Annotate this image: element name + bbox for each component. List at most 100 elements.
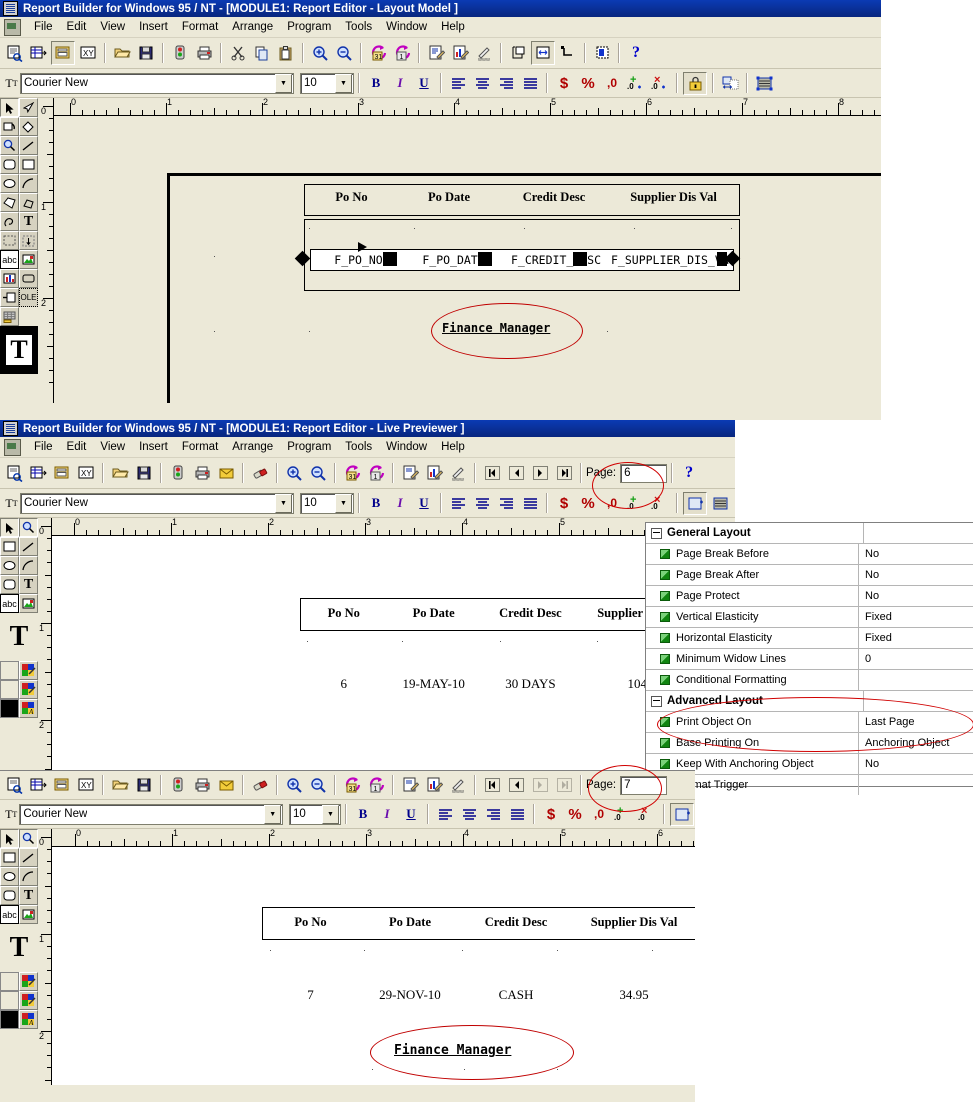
align-left-icon[interactable] — [447, 73, 469, 94]
print-icon[interactable] — [191, 774, 213, 796]
web-wizard-icon[interactable]: www — [447, 462, 469, 484]
previous-page-calendar-icon[interactable]: 31 — [341, 462, 363, 484]
print-icon[interactable] — [193, 42, 215, 64]
align-right-icon[interactable] — [495, 493, 517, 514]
percent-button[interactable]: % — [577, 493, 599, 514]
field-splitter-1[interactable] — [383, 252, 397, 266]
line-tool-icon[interactable] — [19, 848, 38, 867]
menu-item-arrange[interactable]: Arrange — [225, 20, 280, 34]
font-size-combo[interactable]: 10 ▼ — [300, 73, 354, 94]
layout-model-icon[interactable] — [51, 41, 75, 65]
horizontal-elasticity-icon[interactable] — [719, 73, 741, 94]
arc-tool-icon[interactable] — [19, 556, 38, 575]
frame-select-icon[interactable] — [683, 492, 707, 515]
copy-icon[interactable] — [251, 42, 273, 64]
property-row-vertical-elasticity[interactable]: Vertical Elasticity Fixed — [646, 607, 973, 628]
property-row-print-object-on[interactable]: Print Object On Last Page — [646, 712, 973, 733]
line-color-picker-icon[interactable] — [19, 680, 38, 699]
zoom-out-icon[interactable] — [333, 42, 355, 64]
line-tool-icon[interactable] — [19, 136, 38, 155]
remove-decimal-icon[interactable]: .0× — [649, 493, 671, 514]
menu-item-edit[interactable]: Edit — [60, 440, 94, 454]
field-tool-icon[interactable]: abc — [0, 905, 19, 924]
italic-button[interactable]: I — [376, 804, 398, 825]
magnify-tool-icon[interactable] — [0, 136, 19, 155]
web-wizard-icon[interactable]: www — [473, 42, 495, 64]
report-wizard-icon[interactable] — [425, 42, 447, 64]
property-value[interactable]: Fixed — [859, 628, 973, 648]
save-icon[interactable] — [133, 774, 155, 796]
arc-tool-icon[interactable] — [19, 867, 38, 886]
comma-button[interactable]: ,0 — [601, 73, 623, 94]
page-number-input[interactable]: 6 — [620, 464, 667, 483]
field-row-selected[interactable]: F_PO_NO F_PO_DATE F_CREDIT_DESC F_SUPPLI… — [310, 249, 734, 271]
line-color-swatch[interactable] — [0, 680, 19, 699]
text-color-picker-icon[interactable]: A — [19, 1010, 38, 1029]
property-row-format-trigger[interactable]: Format Trigger — [646, 775, 973, 795]
run-report-icon[interactable] — [167, 774, 189, 796]
open-icon[interactable] — [109, 462, 131, 484]
text-tool-large-icon[interactable]: T — [0, 613, 38, 661]
rectangle-tool-icon[interactable] — [19, 155, 38, 174]
bold-button[interactable]: B — [365, 493, 387, 514]
currency-button[interactable]: $ — [553, 493, 575, 514]
layout-model-icon[interactable] — [51, 462, 73, 484]
ole-tool-icon[interactable]: OLE — [19, 288, 38, 307]
property-row-base-printing-on[interactable]: Base Printing On Anchoring Object — [646, 733, 973, 754]
collapse-icon[interactable] — [651, 696, 662, 707]
eraser-icon[interactable] — [249, 774, 271, 796]
remove-decimal-icon[interactable]: .0× — [636, 804, 658, 825]
font-name-combo[interactable]: Courier New ▼ — [20, 493, 294, 514]
previous-page-calendar-icon[interactable]: 31 — [341, 774, 363, 796]
object-navigator-icon[interactable] — [3, 42, 25, 64]
data-model-icon[interactable] — [27, 774, 49, 796]
rounded-rect-tool-icon[interactable] — [0, 155, 19, 174]
property-value[interactable]: Fixed — [859, 607, 973, 627]
select-tool-icon[interactable] — [0, 518, 19, 537]
align-right-icon[interactable] — [495, 73, 517, 94]
font-size-combo[interactable]: 10 ▼ — [289, 804, 341, 825]
property-value[interactable]: No — [859, 586, 973, 606]
print-icon[interactable] — [191, 462, 213, 484]
text-color-swatch[interactable]: T — [0, 326, 38, 374]
text-color-picker-icon[interactable]: A — [19, 699, 38, 718]
property-row-horizontal-elasticity[interactable]: Horizontal Elasticity Fixed — [646, 628, 973, 649]
rectangle-tool-icon[interactable] — [0, 537, 19, 556]
align-left-icon[interactable] — [447, 493, 469, 514]
arc-tool-icon[interactable] — [19, 174, 38, 193]
rounded-rect-tool-icon[interactable] — [0, 886, 19, 905]
preview-page-panel3[interactable]: Po No Po Date Credit Desc Supplier Dis V… — [52, 847, 695, 1085]
parameter-form-icon[interactable]: XY — [75, 462, 97, 484]
line-tool-icon[interactable] — [19, 537, 38, 556]
add-decimal-icon[interactable]: .0+ — [612, 804, 634, 825]
rounded-rect-tool-icon[interactable] — [0, 575, 19, 594]
property-sheet[interactable]: General Layout Page Break Before No Page… — [645, 522, 973, 787]
save-icon[interactable] — [135, 42, 157, 64]
comma-button[interactable]: ,0 — [588, 804, 610, 825]
data-model-icon[interactable] — [27, 42, 49, 64]
chevron-down-icon[interactable]: ▼ — [264, 805, 281, 824]
chart-wizard-icon[interactable] — [423, 462, 445, 484]
anchor-tool-icon[interactable] — [19, 231, 38, 250]
open-icon[interactable] — [109, 774, 131, 796]
add-decimal-icon[interactable]: .0+ — [625, 73, 647, 94]
menu-item-help[interactable]: Help — [434, 440, 472, 454]
freehand-tool-icon[interactable] — [0, 212, 19, 231]
rectangle-tool-icon[interactable] — [0, 848, 19, 867]
underline-button[interactable]: U — [413, 73, 435, 94]
report-wizard-icon[interactable] — [399, 462, 421, 484]
chevron-down-icon[interactable]: ▼ — [275, 494, 292, 513]
property-row-page-protect[interactable]: Page Protect No — [646, 586, 973, 607]
bold-button[interactable]: B — [365, 73, 387, 94]
first-page-button[interactable] — [481, 774, 503, 796]
property-value[interactable] — [859, 670, 973, 690]
zoom-out-icon[interactable] — [307, 462, 329, 484]
ellipse-tool-icon[interactable] — [0, 867, 19, 886]
text-color-swatch[interactable] — [0, 699, 19, 718]
object-navigator-icon[interactable] — [3, 462, 25, 484]
previous-page-calendar-icon[interactable]: 31 — [367, 42, 389, 64]
select-tool-icon[interactable] — [0, 829, 19, 848]
image-tool-icon[interactable] — [19, 594, 38, 613]
ellipse-tool-icon[interactable] — [0, 174, 19, 193]
menu-item-arrange[interactable]: Arrange — [225, 440, 280, 454]
